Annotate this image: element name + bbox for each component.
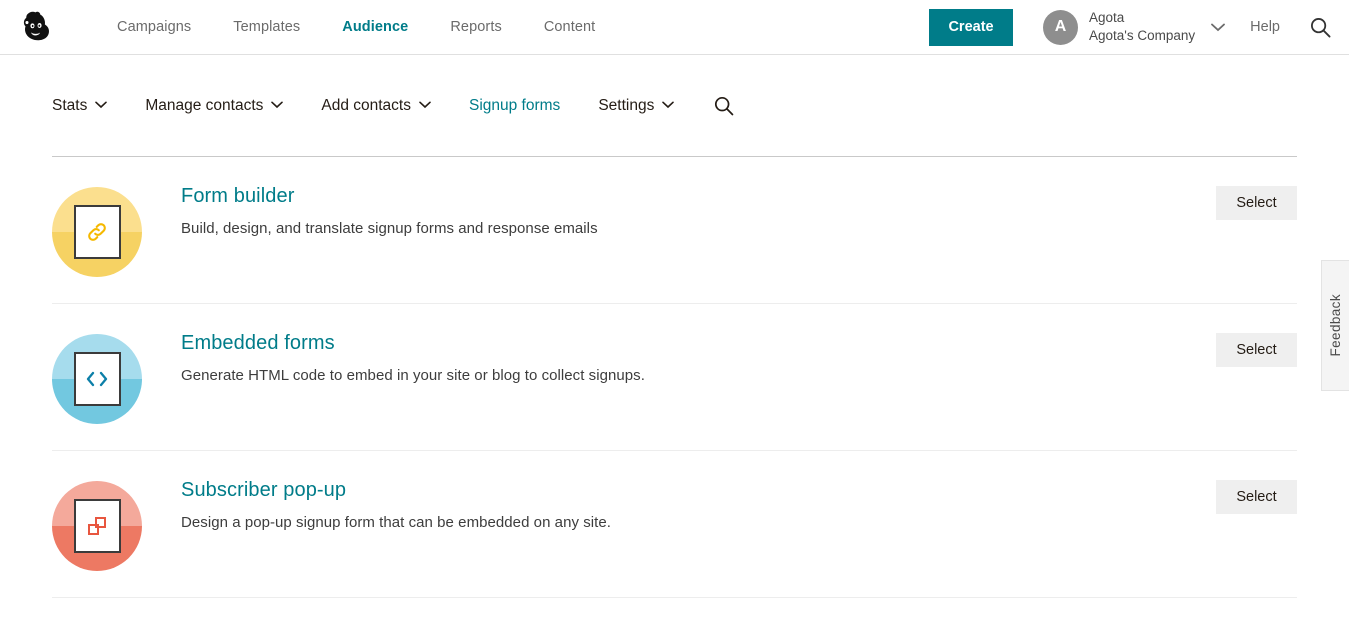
list-item[interactable]: Embedded forms Generate HTML code to emb… — [52, 304, 1297, 451]
chevron-down-icon — [662, 100, 674, 112]
row-description: Build, design, and translate signup form… — [181, 220, 598, 237]
subnav-item-label: Settings — [598, 97, 654, 115]
account-company-name: Agota's Company — [1089, 27, 1195, 45]
feedback-tab[interactable]: Feedback — [1321, 260, 1349, 391]
row-action: Select — [1216, 333, 1297, 367]
subnav-item-add-contacts[interactable]: Add contacts — [321, 97, 431, 115]
row-text-block: Subscriber pop-up Design a pop-up signup… — [181, 451, 611, 531]
subnav-item-label: Stats — [52, 97, 87, 115]
row-title-link[interactable]: Embedded forms — [181, 332, 335, 355]
row-text-block: Form builder Build, design, and translat… — [181, 157, 598, 237]
embedded-forms-illustration — [52, 334, 142, 424]
popup-windows-icon — [85, 514, 109, 538]
select-button[interactable]: Select — [1216, 480, 1297, 514]
feedback-tab-label: Feedback — [1328, 294, 1343, 357]
select-button[interactable]: Select — [1216, 333, 1297, 367]
icon-card — [74, 205, 121, 259]
row-description: Design a pop-up signup form that can be … — [181, 514, 611, 531]
search-icon[interactable] — [1310, 17, 1331, 38]
subnav-item-label: Manage contacts — [145, 97, 263, 115]
icon-card — [74, 499, 121, 553]
nav-item-templates[interactable]: Templates — [212, 19, 321, 35]
icon-card — [74, 352, 121, 406]
subscriber-popup-illustration — [52, 481, 142, 571]
nav-item-audience[interactable]: Audience — [321, 19, 429, 35]
chevron-down-icon — [271, 100, 283, 112]
row-action: Select — [1216, 186, 1297, 220]
code-brackets-icon — [84, 369, 110, 389]
subnav-item-label: Add contacts — [321, 97, 411, 115]
row-text-block: Embedded forms Generate HTML code to emb… — [181, 304, 645, 384]
link-chain-icon — [85, 220, 109, 244]
form-builder-illustration — [52, 187, 142, 277]
top-header: Campaigns Templates Audience Reports Con… — [0, 0, 1349, 55]
nav-item-content[interactable]: Content — [523, 19, 617, 35]
row-title-link[interactable]: Subscriber pop-up — [181, 479, 346, 502]
subnav-item-manage-contacts[interactable]: Manage contacts — [145, 97, 283, 115]
subnav-item-stats[interactable]: Stats — [52, 97, 107, 115]
chevron-down-icon — [1211, 20, 1225, 35]
subnav-item-settings[interactable]: Settings — [598, 97, 674, 115]
primary-nav: Campaigns Templates Audience Reports Con… — [96, 19, 616, 35]
freddie-logo-icon — [17, 8, 55, 46]
nav-item-reports[interactable]: Reports — [429, 19, 522, 35]
nav-item-campaigns[interactable]: Campaigns — [96, 19, 212, 35]
select-button[interactable]: Select — [1216, 186, 1297, 220]
account-user-name: Agota — [1089, 9, 1195, 27]
create-button[interactable]: Create — [929, 9, 1013, 46]
subnav-item-label: Signup forms — [469, 97, 560, 115]
chevron-down-icon — [419, 100, 431, 112]
avatar: A — [1043, 10, 1078, 45]
subnav-wrapper: Stats Manage contacts Add contacts Signu… — [0, 55, 1349, 157]
signup-forms-list: Form builder Build, design, and translat… — [0, 157, 1349, 598]
list-item[interactable]: Subscriber pop-up Design a pop-up signup… — [52, 451, 1297, 598]
row-description: Generate HTML code to embed in your site… — [181, 367, 645, 384]
header-right-cluster: Create A Agota Agota's Company Help — [929, 9, 1349, 46]
account-menu[interactable]: A Agota Agota's Company — [1043, 9, 1225, 45]
row-action: Select — [1216, 480, 1297, 514]
audience-subnav: Stats Manage contacts Add contacts Signu… — [52, 55, 1297, 157]
subnav-search-icon[interactable] — [714, 96, 734, 116]
mailchimp-freddie-logo[interactable] — [16, 7, 56, 47]
list-item[interactable]: Form builder Build, design, and translat… — [52, 157, 1297, 304]
account-names: Agota Agota's Company — [1089, 9, 1195, 45]
row-title-link[interactable]: Form builder — [181, 185, 294, 208]
chevron-down-icon — [95, 100, 107, 112]
subnav-item-signup-forms[interactable]: Signup forms — [469, 97, 560, 115]
help-link[interactable]: Help — [1250, 19, 1280, 35]
